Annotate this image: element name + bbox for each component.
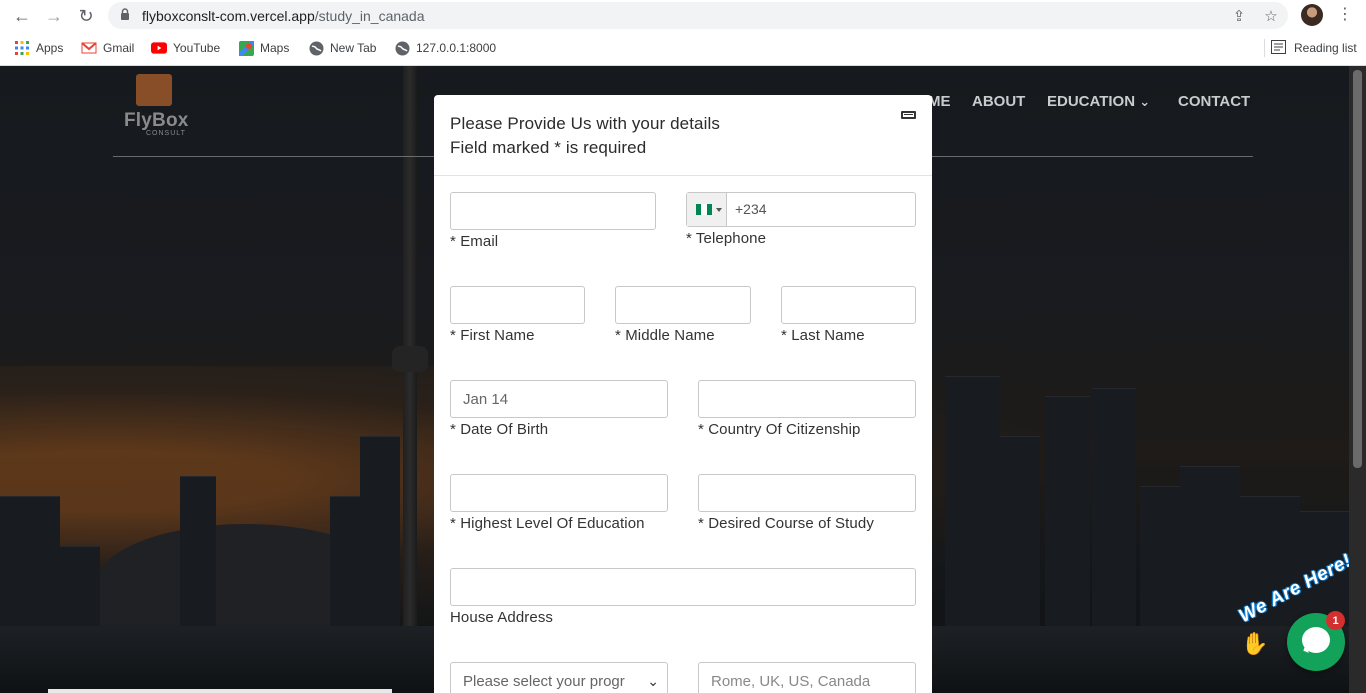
house-address-field[interactable]: [450, 568, 916, 606]
scrollbar-thumb[interactable]: [1353, 70, 1362, 468]
course-of-study-label: * Desired Course of Study: [698, 515, 874, 532]
telephone-field[interactable]: +234: [686, 192, 916, 227]
nav-about[interactable]: ABOUT: [972, 93, 1025, 110]
menu-icon[interactable]: ⋮: [1335, 4, 1355, 26]
modal-required-note: Field marked * is required: [450, 138, 647, 157]
page-scrollbar[interactable]: [1349, 66, 1366, 693]
globe-icon: [394, 40, 410, 56]
modal-title-line: Please Provide Us with your details: [450, 114, 720, 133]
bookmark-label: 127.0.0.1:8000: [416, 41, 497, 55]
chevron-down-icon: ⌄: [1139, 94, 1151, 109]
bookmark-maps[interactable]: Maps: [238, 39, 289, 57]
date-of-birth-field[interactable]: Jan 14: [450, 380, 668, 418]
nav-education-label: EDUCATION: [1047, 93, 1136, 110]
nav-education[interactable]: EDUCATION ⌄: [1047, 93, 1150, 110]
maps-icon: [238, 40, 254, 56]
bookmark-gmail[interactable]: Gmail: [81, 39, 134, 57]
chevron-down-icon: ⌄: [647, 672, 659, 689]
modal-title: Please Provide Us with your details Fiel…: [450, 112, 720, 160]
browser-toolbar: ← → ↻ flyboxconslt-com.vercel.app/study_…: [0, 0, 1366, 31]
share-icon[interactable]: ⇪: [1229, 6, 1249, 26]
logo-text: FlyBox: [124, 110, 189, 131]
bookmark-localhost[interactable]: 127.0.0.1:8000: [394, 39, 496, 57]
chat-bubble-icon: [1302, 627, 1330, 653]
citizenship-label: * Country Of Citizenship: [698, 421, 861, 438]
date-of-birth-value: Jan 14: [463, 390, 509, 408]
education-level-field[interactable]: [450, 474, 668, 512]
nav-contact[interactable]: CONTACT: [1178, 93, 1250, 110]
email-label: * Email: [450, 233, 499, 250]
first-name-field[interactable]: [450, 286, 585, 324]
chat-unread-badge: 1: [1326, 611, 1345, 630]
email-field[interactable]: [450, 192, 656, 230]
telephone-input[interactable]: +234: [735, 201, 767, 217]
destination-country-field[interactable]: Rome, UK, US, Canada: [698, 662, 916, 693]
citizenship-field[interactable]: [698, 380, 916, 418]
house-address-label: House Address: [450, 609, 554, 626]
bookmark-apps[interactable]: Apps: [14, 39, 63, 57]
page-viewport: FlyBox CONSULT ME ABOUT EDUCATION ⌄ CONT…: [0, 66, 1366, 693]
reload-icon[interactable]: ↻: [74, 4, 98, 28]
last-name-field[interactable]: [781, 286, 916, 324]
date-of-birth-label: * Date Of Birth: [450, 421, 549, 438]
horizontal-scroll-indicator: [48, 689, 392, 693]
address-bar[interactable]: flyboxconslt-com.vercel.app/study_in_can…: [108, 2, 1288, 29]
site-logo[interactable]: FlyBox CONSULT: [124, 70, 194, 137]
details-modal: Please Provide Us with your details Fiel…: [434, 95, 932, 693]
back-icon[interactable]: ←: [10, 4, 34, 28]
program-select[interactable]: Please select your progr ⌄: [450, 662, 668, 693]
education-level-label: * Highest Level Of Education: [450, 515, 645, 532]
bookmark-label: Maps: [260, 41, 290, 55]
profile-avatar[interactable]: [1301, 4, 1323, 26]
reading-list-button[interactable]: Reading list: [1264, 39, 1357, 57]
apps-grid-icon: [14, 40, 30, 56]
lock-icon: [121, 8, 129, 20]
caret-down-icon: [716, 207, 722, 212]
bookmark-label: Apps: [36, 41, 64, 55]
course-of-study-field[interactable]: [698, 474, 916, 512]
bookmark-label: YouTube: [173, 41, 221, 55]
bookmark-label: New Tab: [330, 41, 377, 55]
middle-name-label: * Middle Name: [615, 327, 715, 344]
reading-list-icon: [1271, 39, 1286, 57]
nigeria-flag-icon: [696, 204, 712, 215]
bookmark-new-tab[interactable]: New Tab: [308, 39, 376, 57]
middle-name-field[interactable]: [615, 286, 751, 324]
destination-country-placeholder: Rome, UK, US, Canada: [711, 672, 871, 690]
program-select-value: Please select your progr: [463, 672, 625, 690]
bookmark-youtube[interactable]: YouTube: [151, 39, 220, 57]
youtube-icon: [151, 40, 167, 56]
modal-header: Please Provide Us with your details Fiel…: [434, 95, 932, 176]
waving-hand-icon: ✋: [1241, 631, 1269, 656]
logo-subtext: CONSULT: [146, 130, 186, 137]
star-icon[interactable]: ☆: [1261, 6, 1281, 26]
globe-icon: [308, 40, 324, 56]
box-plane-icon: [136, 74, 172, 106]
country-code-dropdown[interactable]: [687, 193, 727, 226]
minimize-icon[interactable]: [901, 111, 916, 119]
last-name-label: * Last Name: [781, 327, 865, 344]
reading-list-label: Reading list: [1294, 41, 1357, 55]
forward-icon[interactable]: →: [42, 4, 66, 28]
first-name-label: * First Name: [450, 327, 535, 344]
telephone-label: * Telephone: [686, 230, 767, 247]
url-text: flyboxconslt-com.vercel.app/study_in_can…: [142, 8, 425, 24]
bookmarks-bar: Apps Gmail YouTube Maps New Tab 127.0.0.…: [0, 31, 1366, 66]
gmail-icon: [81, 40, 97, 56]
bookmark-label: Gmail: [103, 41, 135, 55]
